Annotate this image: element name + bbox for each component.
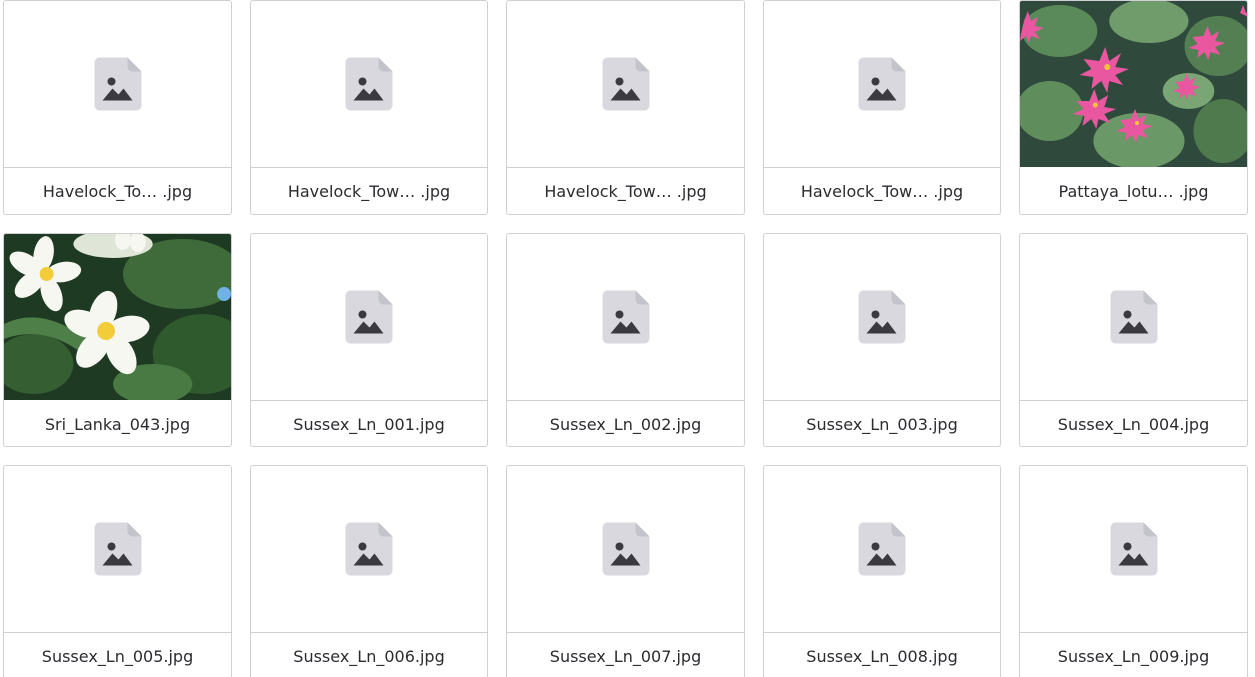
file-tile[interactable]: Sussex_Ln_001.jpg: [250, 233, 488, 447]
file-tile[interactable]: Sri_Lanka_043.jpg: [3, 233, 232, 447]
file-tile[interactable]: Sussex_Ln_004.jpg: [1019, 233, 1248, 447]
file-grid: Havelock_To… .jpg Havelock_Tow… .jpg Hav…: [0, 0, 1255, 677]
file-name: Sussex_Ln_002.jpg: [549, 415, 702, 434]
thumbnail: [251, 234, 487, 401]
file-name: Sussex_Ln_009.jpg: [1057, 647, 1210, 666]
image-file-icon: [345, 57, 393, 111]
file-tile[interactable]: Sussex_Ln_003.jpg: [763, 233, 1001, 447]
file-tile[interactable]: Sussex_Ln_005.jpg: [3, 465, 232, 677]
file-tile[interactable]: Sussex_Ln_008.jpg: [763, 465, 1001, 677]
file-tile[interactable]: Sussex_Ln_009.jpg: [1019, 465, 1248, 677]
file-name: Sussex_Ln_001.jpg: [293, 415, 445, 434]
thumbnail: [4, 234, 231, 400]
file-tile[interactable]: Havelock_Tow… .jpg: [763, 0, 1001, 215]
image-file-icon: [94, 522, 141, 576]
thumbnail: [507, 1, 744, 168]
image-file-icon: [1110, 522, 1157, 576]
thumbnail: [1020, 466, 1247, 633]
thumbnail: [4, 1, 231, 168]
image-file-icon: [602, 290, 649, 344]
file-name: Havelock_To… .jpg: [42, 182, 193, 201]
file-name: Sussex_Ln_008.jpg: [806, 647, 958, 666]
file-name: Sri_Lanka_043.jpg: [44, 415, 191, 434]
image-file-icon: [94, 57, 141, 111]
water-lily-photo: [1020, 1, 1247, 167]
file-name: Havelock_Tow… .jpg: [800, 182, 964, 201]
image-file-icon: [858, 522, 906, 576]
image-file-icon: [858, 290, 906, 344]
file-tile[interactable]: Sussex_Ln_007.jpg: [506, 465, 745, 677]
file-name: Pattaya_lotu… .jpg: [1058, 182, 1209, 201]
frangipani-photo: [4, 234, 231, 400]
file-name: Sussex_Ln_004.jpg: [1057, 415, 1210, 434]
file-name: Havelock_Tow… .jpg: [287, 182, 451, 201]
thumbnail: [4, 466, 231, 633]
thumbnail: [507, 466, 744, 633]
image-file-icon: [345, 522, 393, 576]
file-tile[interactable]: Havelock_Tow… .jpg: [250, 0, 488, 215]
file-name: Havelock_Tow… .jpg: [544, 182, 707, 201]
image-file-icon: [602, 522, 649, 576]
file-tile[interactable]: Havelock_To… .jpg: [3, 0, 232, 215]
image-file-icon: [1110, 290, 1157, 344]
file-tile[interactable]: Sussex_Ln_006.jpg: [250, 465, 488, 677]
file-tile[interactable]: Sussex_Ln_002.jpg: [506, 233, 745, 447]
file-tile[interactable]: Havelock_Tow… .jpg: [506, 0, 745, 215]
thumbnail: [507, 234, 744, 401]
file-name: Sussex_Ln_007.jpg: [549, 647, 702, 666]
thumbnail: [1020, 1, 1247, 167]
thumbnail: [1020, 234, 1247, 401]
image-file-icon: [858, 57, 906, 111]
file-tile[interactable]: Pattaya_lotu… .jpg: [1019, 0, 1248, 215]
thumbnail: [764, 1, 1000, 168]
image-file-icon: [602, 57, 649, 111]
thumbnail: [764, 466, 1000, 633]
file-name: Sussex_Ln_003.jpg: [806, 415, 958, 434]
file-name: Sussex_Ln_006.jpg: [293, 647, 445, 666]
thumbnail: [764, 234, 1000, 401]
image-file-icon: [345, 290, 393, 344]
thumbnail: [251, 1, 487, 168]
file-name: Sussex_Ln_005.jpg: [41, 647, 194, 666]
thumbnail: [251, 466, 487, 633]
